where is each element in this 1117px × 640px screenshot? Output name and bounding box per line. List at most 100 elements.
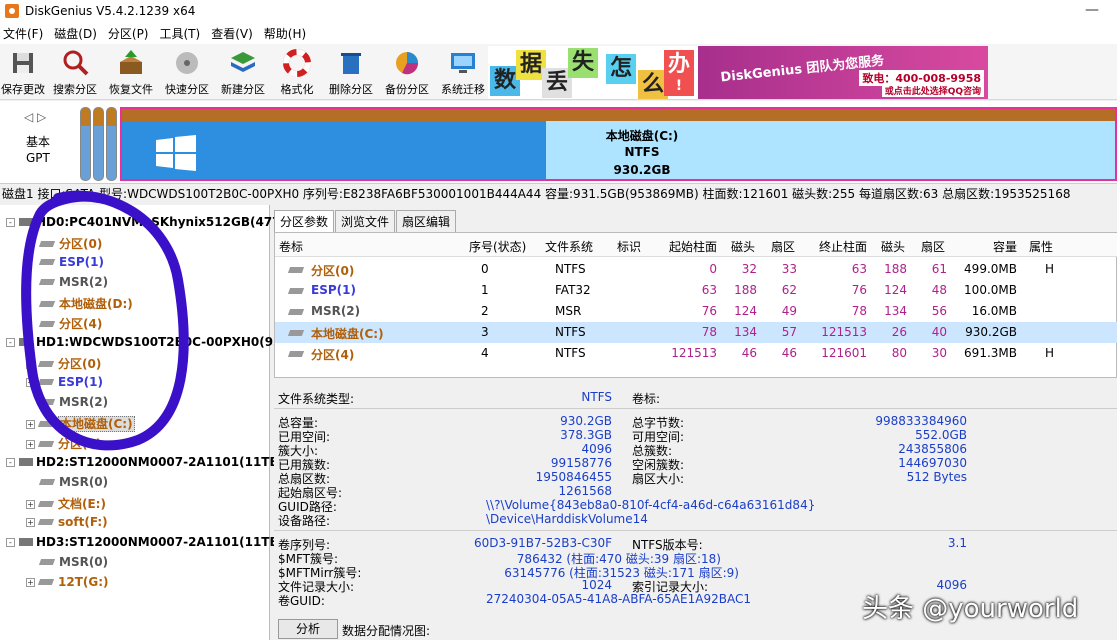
banner-tile: 失	[568, 48, 598, 78]
collapse-icon[interactable]: -	[6, 338, 15, 347]
minimize-button[interactable]: —	[1085, 2, 1099, 18]
partition-block-c[interactable]: 本地磁盘(C:) NTFS 930.2GB	[120, 107, 1117, 181]
backup-partition-button[interactable]: 备份分区	[384, 46, 430, 100]
expand-icon[interactable]: +	[26, 578, 35, 587]
tree-partition[interactable]: 本地磁盘(D:)	[38, 295, 133, 312]
cell-idx: 2	[481, 304, 489, 318]
menu-partition[interactable]: 分区(P)	[105, 25, 157, 42]
col-header[interactable]: 终止柱面	[819, 238, 867, 255]
tree-disk-hd1[interactable]: - HD1:WDCWDS100T2B0C-00PXH0(932GB)	[6, 335, 314, 349]
banner-qq[interactable]: 或点击此处选择QQ咨询	[881, 84, 984, 97]
tree-partition[interactable]: 分区(4)	[38, 315, 102, 332]
menu-help[interactable]: 帮助(H)	[261, 25, 314, 42]
tree-partition[interactable]: + 分区(4)	[26, 435, 101, 452]
tree-partition[interactable]: + 分区(0)	[26, 355, 101, 372]
cell-sh: 46	[741, 346, 757, 360]
analyze-button[interactable]: 分析	[278, 619, 338, 639]
tree-disk-hd3[interactable]: - HD3:ST12000NM0007-2A1101(11TB)	[6, 535, 284, 549]
col-header[interactable]: 磁头	[731, 238, 755, 255]
menu-disk[interactable]: 磁盘(D)	[51, 25, 105, 42]
menu-file[interactable]: 文件(F)	[0, 25, 51, 42]
tab-browse-files[interactable]: 浏览文件	[335, 210, 396, 232]
tab-sector-editor[interactable]: 扇区编辑	[396, 210, 457, 232]
col-header[interactable]: 序号(状态)	[469, 238, 526, 255]
tree-disk-hd0[interactable]: - HD0:PC401NVMeSKhynix512GB(477GB)	[6, 215, 305, 229]
col-header[interactable]: 扇区	[771, 238, 795, 255]
detail-value: \Device\HarddiskVolume14	[486, 512, 648, 526]
cell-cap: 691.3MB	[964, 346, 1017, 360]
layers-icon	[231, 52, 255, 72]
cell-es: 40	[931, 325, 947, 339]
partition-icon	[38, 321, 56, 327]
tree-partition[interactable]: MSR(2)	[38, 275, 108, 289]
tree-partition[interactable]: MSR(0)	[38, 555, 108, 569]
tree-partition[interactable]: + soft(F:)	[26, 515, 108, 529]
banner-tile: 怎	[606, 54, 636, 84]
partition-block-1[interactable]	[93, 107, 104, 181]
cell-es: 30	[931, 346, 947, 360]
collapse-icon[interactable]: -	[6, 218, 15, 227]
cell-fs: NTFS	[555, 262, 586, 276]
cell-eh: 124	[884, 283, 907, 297]
expand-icon[interactable]: +	[26, 360, 35, 369]
col-header[interactable]: 磁头	[881, 238, 905, 255]
new-partition-button[interactable]: 新建分区	[220, 46, 266, 100]
tree-disk-hd2[interactable]: - HD2:ST12000NM0007-2A1101(11TB)	[6, 455, 284, 469]
tree-partition[interactable]: + 文档(E:)	[26, 495, 106, 512]
expand-icon[interactable]: +	[26, 518, 35, 527]
expand-icon[interactable]: +	[26, 420, 35, 429]
detail-value: 998833384960	[875, 414, 967, 428]
detail-value: 930.2GB	[560, 414, 612, 428]
table-row[interactable]: 本地磁盘(C:) 3 NTFS 78 134 57 121513 26 40 930.2GB	[275, 322, 1117, 343]
system-migration-button[interactable]: 系统迁移	[440, 46, 486, 100]
quick-partition-button[interactable]: 快速分区	[164, 46, 210, 100]
collapse-icon[interactable]: -	[6, 538, 15, 547]
cell-es: 48	[931, 283, 947, 297]
disk-nav-arrows[interactable]: ◁ ▷	[24, 110, 46, 124]
col-header[interactable]: 卷标	[279, 238, 303, 255]
partition-details: 文件系统类型: NTFS 卷标: 总容量: 930.2GB 总字节数: 9988…	[274, 380, 1117, 614]
tree-partition[interactable]: MSR(0)	[38, 475, 108, 489]
cell-name: ESP(1)	[311, 283, 356, 297]
col-header[interactable]: 容量	[993, 238, 1017, 255]
detail-value: 552.0GB	[915, 428, 967, 442]
tree-partition[interactable]: 分区(0)	[38, 235, 102, 252]
detail-value: 144697030	[898, 456, 967, 470]
collapse-icon[interactable]: -	[6, 458, 15, 467]
expand-icon[interactable]: +	[26, 378, 35, 387]
promo-banner[interactable]: 数 据 丢 失 怎 么 办 ! DiskGenius 团队为您服务 致电：400…	[488, 46, 988, 99]
tree-partition[interactable]: ESP(1)	[38, 255, 104, 269]
partition-icon	[37, 501, 55, 507]
table-row[interactable]: ESP(1) 1 FAT32 63 188 62 76 124 48 100.0MB	[275, 280, 1117, 301]
cell-sh: 32	[741, 262, 757, 276]
search-partition-button[interactable]: 搜索分区	[52, 46, 98, 100]
col-header[interactable]: 标识	[617, 238, 641, 255]
delete-partition-button[interactable]: 删除分区	[328, 46, 374, 100]
tree-partition[interactable]: + ESP(1)	[26, 375, 103, 389]
partition-block-2[interactable]	[106, 107, 117, 181]
expand-icon[interactable]: +	[26, 440, 35, 449]
format-button[interactable]: 格式化	[274, 46, 320, 100]
partition-block-0[interactable]	[80, 107, 91, 181]
cell-ss: 46	[781, 346, 797, 360]
table-row[interactable]: MSR(2) 2 MSR 76 124 49 78 134 56 16.0MB	[275, 301, 1117, 322]
tree-partition[interactable]: MSR(2)	[38, 395, 108, 409]
partition-icon	[38, 259, 56, 265]
col-header[interactable]: 起始柱面	[669, 238, 717, 255]
pie-backup-icon	[396, 52, 419, 75]
recover-files-button[interactable]: 恢复文件	[108, 46, 154, 100]
table-row[interactable]: 分区(4) 4 NTFS 121513 46 46 121601 80 30 691.3MB H	[275, 343, 1117, 364]
table-row[interactable]: 分区(0) 0 NTFS 0 32 33 63 188 61 499.0MB H	[275, 259, 1117, 280]
menu-tools[interactable]: 工具(T)	[157, 25, 209, 42]
tree-partition[interactable]: +12T(G:)	[26, 575, 109, 589]
tab-partition-params[interactable]: 分区参数	[274, 210, 335, 232]
cell-cap: 16.0MB	[971, 304, 1017, 318]
expand-icon[interactable]: +	[26, 500, 35, 509]
col-header[interactable]: 扇区	[921, 238, 945, 255]
tree-partition-selected[interactable]: + 本地磁盘(C:)	[26, 415, 135, 432]
col-header[interactable]: 文件系统	[545, 238, 593, 255]
menu-view[interactable]: 查看(V)	[208, 25, 261, 42]
save-changes-button[interactable]: 保存更改	[0, 46, 46, 100]
col-header[interactable]: 属性	[1029, 238, 1053, 255]
hdd-icon	[19, 218, 33, 226]
